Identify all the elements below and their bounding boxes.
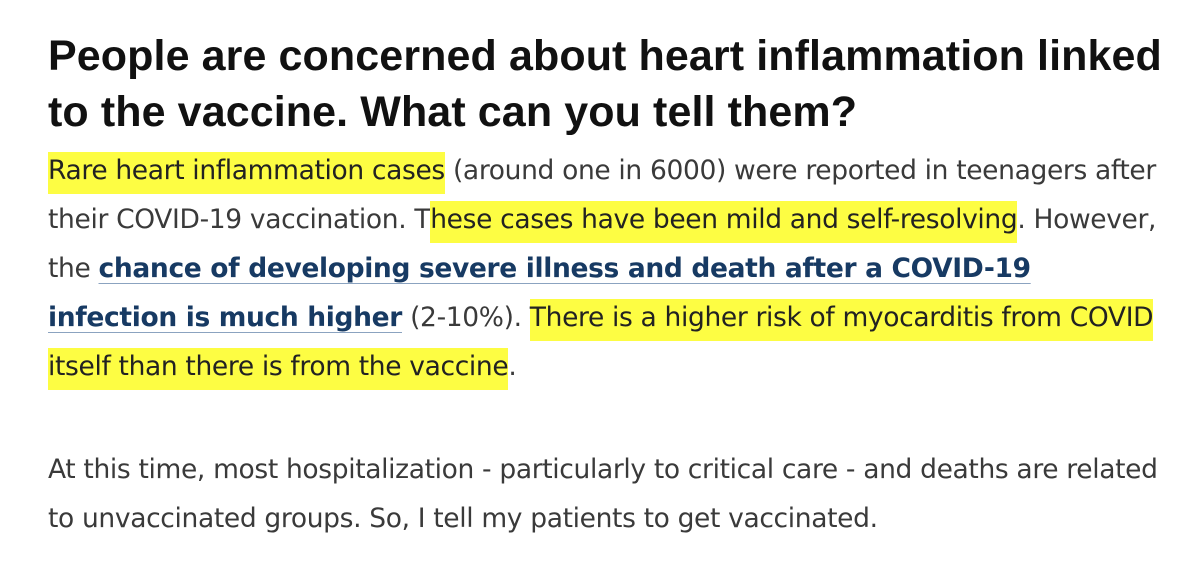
answer-paragraph: Rare heart inflammation cases (around on… — [48, 146, 1168, 391]
highlighted-text-mild-cases: hese cases have been mild and self-resol… — [430, 201, 1018, 243]
closing-paragraph: At this time, most hospitalization - par… — [48, 454, 1158, 534]
paragraph-text-segment: . — [508, 351, 517, 382]
paragraph-text-segment: (2-10%). — [402, 302, 530, 333]
question-heading: People are concerned about heart inflamm… — [48, 32, 1162, 136]
highlighted-text-rare-cases: Rare heart inflammation cases — [48, 152, 445, 194]
article-body: People are concerned about heart inflamm… — [48, 28, 1168, 543]
